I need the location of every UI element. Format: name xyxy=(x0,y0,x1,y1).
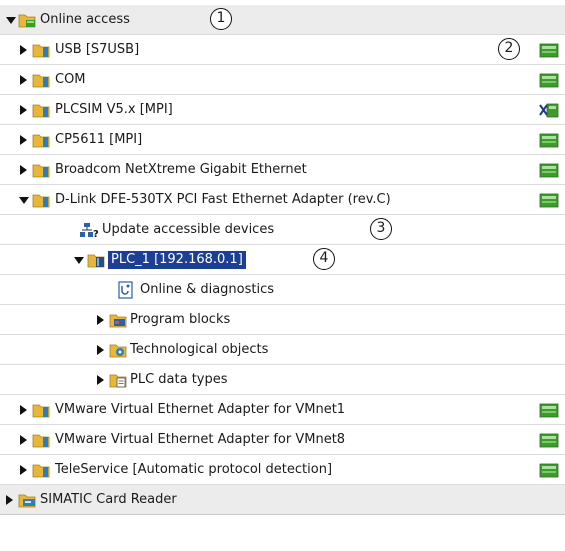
connected-network-icon xyxy=(539,403,559,418)
expand-arrow-icon[interactable] xyxy=(20,465,27,475)
tree-item-label: CP5611 [MPI] xyxy=(55,132,143,147)
tree-item-label: Online access xyxy=(40,12,130,27)
interface-folder-icon xyxy=(32,104,50,118)
interface-folder-icon xyxy=(32,464,50,478)
tree-item-dlink[interactable]: D-Link DFE-530TX PCI Fast Ethernet Adapt… xyxy=(0,185,565,215)
online-diagnostics-icon xyxy=(118,281,133,299)
expand-arrow-icon[interactable] xyxy=(97,375,104,385)
connected-network-icon xyxy=(539,433,559,448)
callout-marker: 1 xyxy=(210,8,232,30)
expand-arrow-icon[interactable] xyxy=(20,45,27,55)
tree-item-label: Program blocks xyxy=(130,312,231,327)
expand-arrow-icon[interactable] xyxy=(20,105,27,115)
callout-marker: 4 xyxy=(313,248,335,270)
svg-text:?: ? xyxy=(93,229,98,239)
tree-item-label: USB [S7USB] xyxy=(55,42,140,57)
expand-arrow-icon[interactable] xyxy=(6,495,13,505)
expand-arrow-icon[interactable] xyxy=(20,75,27,85)
tree-item-cp5611[interactable]: CP5611 [MPI] xyxy=(0,125,565,155)
tree-item-online-access[interactable]: Online access 1 xyxy=(0,5,565,35)
collapse-arrow-icon[interactable] xyxy=(6,17,16,24)
connected-network-icon xyxy=(539,463,559,478)
expand-arrow-icon[interactable] xyxy=(20,135,27,145)
tree-item-label: D-Link DFE-530TX PCI Fast Ethernet Adapt… xyxy=(55,192,391,207)
expand-arrow-icon[interactable] xyxy=(97,345,104,355)
interface-folder-icon xyxy=(32,194,50,208)
tree-item-label: PLC data types xyxy=(130,372,228,387)
interface-folder-icon xyxy=(32,44,50,58)
expand-arrow-icon[interactable] xyxy=(20,435,27,445)
connected-network-icon xyxy=(539,43,559,58)
tree-item-teleservice[interactable]: TeleService [Automatic protocol detectio… xyxy=(0,455,565,485)
connected-network-icon xyxy=(539,133,559,148)
interface-folder-icon xyxy=(32,74,50,88)
tree-item-label: Online & diagnostics xyxy=(140,282,275,297)
tree-item-label: PLC_1 [192.168.0.1] xyxy=(107,250,247,270)
interface-folder-icon xyxy=(32,164,50,178)
expand-arrow-icon[interactable] xyxy=(97,315,104,325)
connected-network-icon xyxy=(539,193,559,208)
tree-item-com[interactable]: COM xyxy=(0,65,565,95)
tree-item-plc-1[interactable]: PLC_1 [192.168.0.1] 4 xyxy=(0,245,565,275)
online-access-folder-icon xyxy=(18,14,36,28)
tree-item-plc-data-types[interactable]: PLC data types xyxy=(0,365,565,395)
tree-item-vmnet1[interactable]: VMware Virtual Ethernet Adapter for VMne… xyxy=(0,395,565,425)
card-reader-folder-icon xyxy=(18,494,36,508)
interface-folder-icon xyxy=(32,434,50,448)
tree-item-usb[interactable]: USB [S7USB] 2 xyxy=(0,35,565,65)
tree-item-simatic-card-reader[interactable]: SIMATIC Card Reader xyxy=(0,485,565,515)
tree-item-technological-objects[interactable]: Technological objects xyxy=(0,335,565,365)
connected-network-icon xyxy=(539,163,559,178)
tree-item-online-diagnostics[interactable]: Online & diagnostics xyxy=(0,275,565,305)
callout-marker: 2 xyxy=(498,38,520,60)
program-blocks-folder-icon xyxy=(109,314,127,328)
interface-folder-icon xyxy=(32,134,50,148)
collapse-arrow-icon[interactable] xyxy=(19,197,29,204)
tree-item-label: Technological objects xyxy=(130,342,269,357)
expand-arrow-icon[interactable] xyxy=(20,405,27,415)
online-access-tree: Online access 1 USB [S7USB] 2 COM PLCSIM… xyxy=(0,0,565,551)
tree-item-label: VMware Virtual Ethernet Adapter for VMne… xyxy=(55,432,346,447)
tree-item-label: TeleService [Automatic protocol detectio… xyxy=(55,462,333,477)
tree-item-label: PLCSIM V5.x [MPI] xyxy=(55,102,173,117)
update-devices-icon: ? xyxy=(80,223,98,239)
tree-item-label: Update accessible devices xyxy=(102,222,275,237)
tree-item-label: Broadcom NetXtreme Gigabit Ethernet xyxy=(55,162,307,177)
collapse-arrow-icon[interactable] xyxy=(74,257,84,264)
interface-folder-icon xyxy=(32,404,50,418)
callout-marker: 3 xyxy=(370,218,392,240)
disconnected-network-icon xyxy=(539,103,559,118)
plc-device-icon xyxy=(87,254,105,268)
tree-item-vmnet8[interactable]: VMware Virtual Ethernet Adapter for VMne… xyxy=(0,425,565,455)
expand-arrow-icon[interactable] xyxy=(20,165,27,175)
technological-objects-folder-icon xyxy=(109,344,127,358)
tree-item-update-accessible-devices[interactable]: ? Update accessible devices 3 xyxy=(0,215,565,245)
tree-item-program-blocks[interactable]: Program blocks xyxy=(0,305,565,335)
tree-item-broadcom[interactable]: Broadcom NetXtreme Gigabit Ethernet xyxy=(0,155,565,185)
connected-network-icon xyxy=(539,73,559,88)
plc-data-types-folder-icon xyxy=(109,374,127,388)
tree-item-label: COM xyxy=(55,72,86,87)
tree-item-label: SIMATIC Card Reader xyxy=(40,492,177,507)
tree-item-label: VMware Virtual Ethernet Adapter for VMne… xyxy=(55,402,346,417)
tree-item-plcsim[interactable]: PLCSIM V5.x [MPI] xyxy=(0,95,565,125)
